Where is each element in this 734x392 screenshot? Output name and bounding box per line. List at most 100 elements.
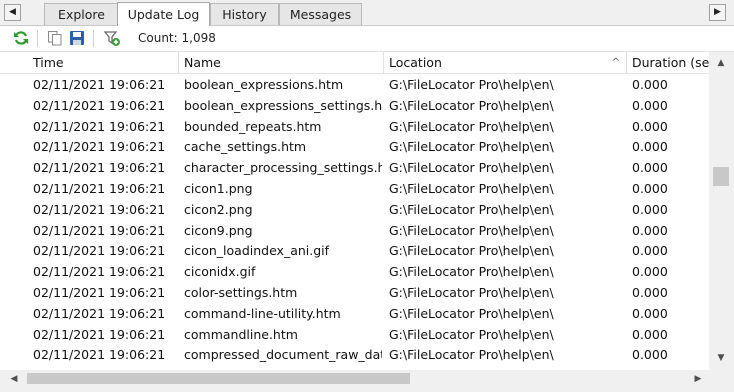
- scroll-right-arrow-icon[interactable]: ▶: [692, 373, 704, 385]
- vertical-scrollbar-thumb[interactable]: [713, 167, 729, 186]
- cell-time: 02/11/2021 19:06:21: [33, 326, 166, 342]
- tab-messages[interactable]: Messages: [279, 3, 362, 25]
- cell-name: compressed_document_raw_dat...: [184, 347, 382, 363]
- cell-duration: 0.000: [632, 77, 668, 92]
- scroll-down-arrow-icon[interactable]: ▼: [715, 352, 727, 364]
- table-row[interactable]: 02/11/2021 19:06:21 ciconidx.gif G:\FileLo…: [0, 261, 709, 282]
- cell-name: character_processing_settings.htm: [184, 160, 382, 176]
- tab-scroll-left-button[interactable]: ◀: [4, 4, 21, 21]
- cell-duration: 0.000: [632, 347, 668, 363]
- toolbar-separator: [37, 30, 38, 47]
- table-row[interactable]: 02/11/2021 19:06:21 cicon_loadindex_ani.g…: [0, 240, 709, 261]
- cell-location: G:\FileLocator Pro\help\en\: [389, 97, 554, 113]
- column-header-duration[interactable]: Duration (sec: [626, 52, 709, 73]
- cell-duration: 0.000: [632, 139, 668, 155]
- cell-name: boolean_expressions.htm: [184, 77, 344, 92]
- cell-location: G:\FileLocator Pro\help\en\: [389, 347, 554, 363]
- table-row[interactable]: 02/11/2021 19:06:21 cicon1.png G:\FileLoca…: [0, 178, 709, 199]
- cell-name: cache_settings.htm: [184, 139, 307, 155]
- table-row[interactable]: 02/11/2021 19:06:21 boolean_expressions_s…: [0, 95, 709, 116]
- refresh-icon[interactable]: [13, 30, 29, 46]
- cell-name: cicon2.png: [184, 201, 253, 217]
- cell-time: 02/11/2021 19:06:21: [33, 139, 166, 155]
- horizontal-scrollbar[interactable]: ◀ ▶: [0, 370, 709, 387]
- cell-name: commandline.htm: [184, 326, 298, 342]
- cell-time: 02/11/2021 19:06:21: [33, 118, 166, 134]
- cell-time: 02/11/2021 19:06:21: [33, 222, 166, 238]
- table-row[interactable]: 02/11/2021 19:06:21 commandline.htm G:\Fil…: [0, 324, 709, 345]
- cell-location: G:\FileLocator Pro\help\en\: [389, 160, 554, 176]
- vertical-scrollbar[interactable]: ▲ ▼: [709, 52, 734, 370]
- horizontal-scrollbar-thumb[interactable]: [27, 373, 410, 384]
- cell-name: command-line-utility.htm: [184, 305, 341, 321]
- table-row[interactable]: 02/11/2021 19:06:21 bounded_repeats.htm G:…: [0, 116, 709, 137]
- cell-duration: 0.000: [632, 160, 668, 176]
- item-count-label: Count: 1,098: [138, 31, 216, 45]
- cell-duration: 0.000: [632, 264, 668, 280]
- cell-duration: 0.000: [632, 118, 668, 134]
- toolbar-separator: [93, 30, 94, 47]
- cell-time: 02/11/2021 19:06:21: [33, 201, 166, 217]
- table-row[interactable]: 02/11/2021 19:06:21 boolean_expressions.h…: [0, 74, 709, 95]
- tab-update-log[interactable]: Update Log: [117, 2, 210, 26]
- save-icon[interactable]: [69, 30, 85, 46]
- cell-location: G:\FileLocator Pro\help\en\: [389, 222, 554, 238]
- cell-duration: 0.000: [632, 201, 668, 217]
- cell-location: G:\FileLocator Pro\help\en\: [389, 201, 554, 217]
- column-header-name[interactable]: Name: [178, 52, 384, 73]
- tab-explore[interactable]: Explore: [44, 3, 119, 25]
- cell-location: G:\FileLocator Pro\help\en\: [389, 139, 554, 155]
- cell-location: G:\FileLocator Pro\help\en\: [389, 326, 554, 342]
- cell-duration: 0.000: [632, 97, 668, 113]
- table-row[interactable]: 02/11/2021 19:06:21 cicon2.png G:\FileLoca…: [0, 199, 709, 220]
- cell-location: G:\FileLocator Pro\help\en\: [389, 118, 554, 134]
- filter-add-icon[interactable]: [104, 30, 120, 46]
- cell-name: ciconidx.gif: [184, 264, 256, 280]
- table-row[interactable]: 02/11/2021 19:06:21 cache_settings.htm G:\…: [0, 136, 709, 157]
- cell-name: cicon_loadindex_ani.gif: [184, 243, 330, 259]
- cell-location: G:\FileLocator Pro\help\en\: [389, 305, 554, 321]
- scroll-up-arrow-icon[interactable]: ▲: [715, 57, 727, 69]
- cell-duration: 0.000: [632, 180, 668, 196]
- cell-location: G:\FileLocator Pro\help\en\: [389, 284, 554, 300]
- column-header-time[interactable]: Time: [27, 52, 179, 73]
- cell-location: G:\FileLocator Pro\help\en\: [389, 180, 554, 196]
- cell-duration: 0.000: [632, 222, 668, 238]
- cell-duration: 0.000: [632, 284, 668, 300]
- tab-scroll-right-button[interactable]: ▶: [709, 4, 726, 21]
- cell-duration: 0.000: [632, 305, 668, 321]
- column-header-location[interactable]: Location ^: [383, 52, 627, 73]
- cell-name: cicon9.png: [184, 222, 253, 238]
- cell-name: boolean_expressions_settings.htm: [184, 97, 382, 113]
- tab-history[interactable]: History: [210, 3, 279, 25]
- scroll-left-arrow-icon[interactable]: ◀: [8, 373, 20, 385]
- tab-bar: ◀ Explore Update Log History Messages ▶: [0, 0, 734, 26]
- cell-duration: 0.000: [632, 326, 668, 342]
- scrollbar-corner: [709, 370, 734, 387]
- table-row[interactable]: 02/11/2021 19:06:21 color-settings.htm G:\…: [0, 282, 709, 303]
- cell-time: 02/11/2021 19:06:21: [33, 180, 166, 196]
- cell-time: 02/11/2021 19:06:21: [33, 264, 166, 280]
- cell-location: G:\FileLocator Pro\help\en\: [389, 243, 554, 259]
- toolbar: Count: 1,098: [0, 26, 734, 52]
- list-header: Time Name Location ^ Duration (sec: [0, 52, 709, 74]
- cell-time: 02/11/2021 19:06:21: [33, 284, 166, 300]
- table-row[interactable]: 02/11/2021 19:06:21 command-line-utility.…: [0, 303, 709, 324]
- cell-time: 02/11/2021 19:06:21: [33, 160, 166, 176]
- table-row[interactable]: 02/11/2021 19:06:21 cicon9.png G:\FileLoca…: [0, 220, 709, 241]
- cell-time: 02/11/2021 19:06:21: [33, 347, 166, 363]
- cell-name: color-settings.htm: [184, 284, 298, 300]
- cell-duration: 0.000: [632, 243, 668, 259]
- cell-name: cicon1.png: [184, 180, 253, 196]
- sort-ascending-icon: ^: [611, 57, 620, 68]
- cell-time: 02/11/2021 19:06:21: [33, 305, 166, 321]
- results-list: 02/11/2021 19:06:21 boolean_expressions.h…: [0, 74, 709, 370]
- table-row[interactable]: 02/11/2021 19:06:21 character_processing_…: [0, 157, 709, 178]
- cell-location: G:\FileLocator Pro\help\en\: [389, 77, 554, 92]
- copy-icon[interactable]: [47, 30, 63, 46]
- table-row[interactable]: 02/11/2021 19:06:21 compressed_document_r…: [0, 344, 709, 365]
- cell-name: bounded_repeats.htm: [184, 118, 322, 134]
- column-header-location-label: Location: [389, 55, 442, 70]
- cell-time: 02/11/2021 19:06:21: [33, 243, 166, 259]
- cell-time: 02/11/2021 19:06:21: [33, 77, 166, 92]
